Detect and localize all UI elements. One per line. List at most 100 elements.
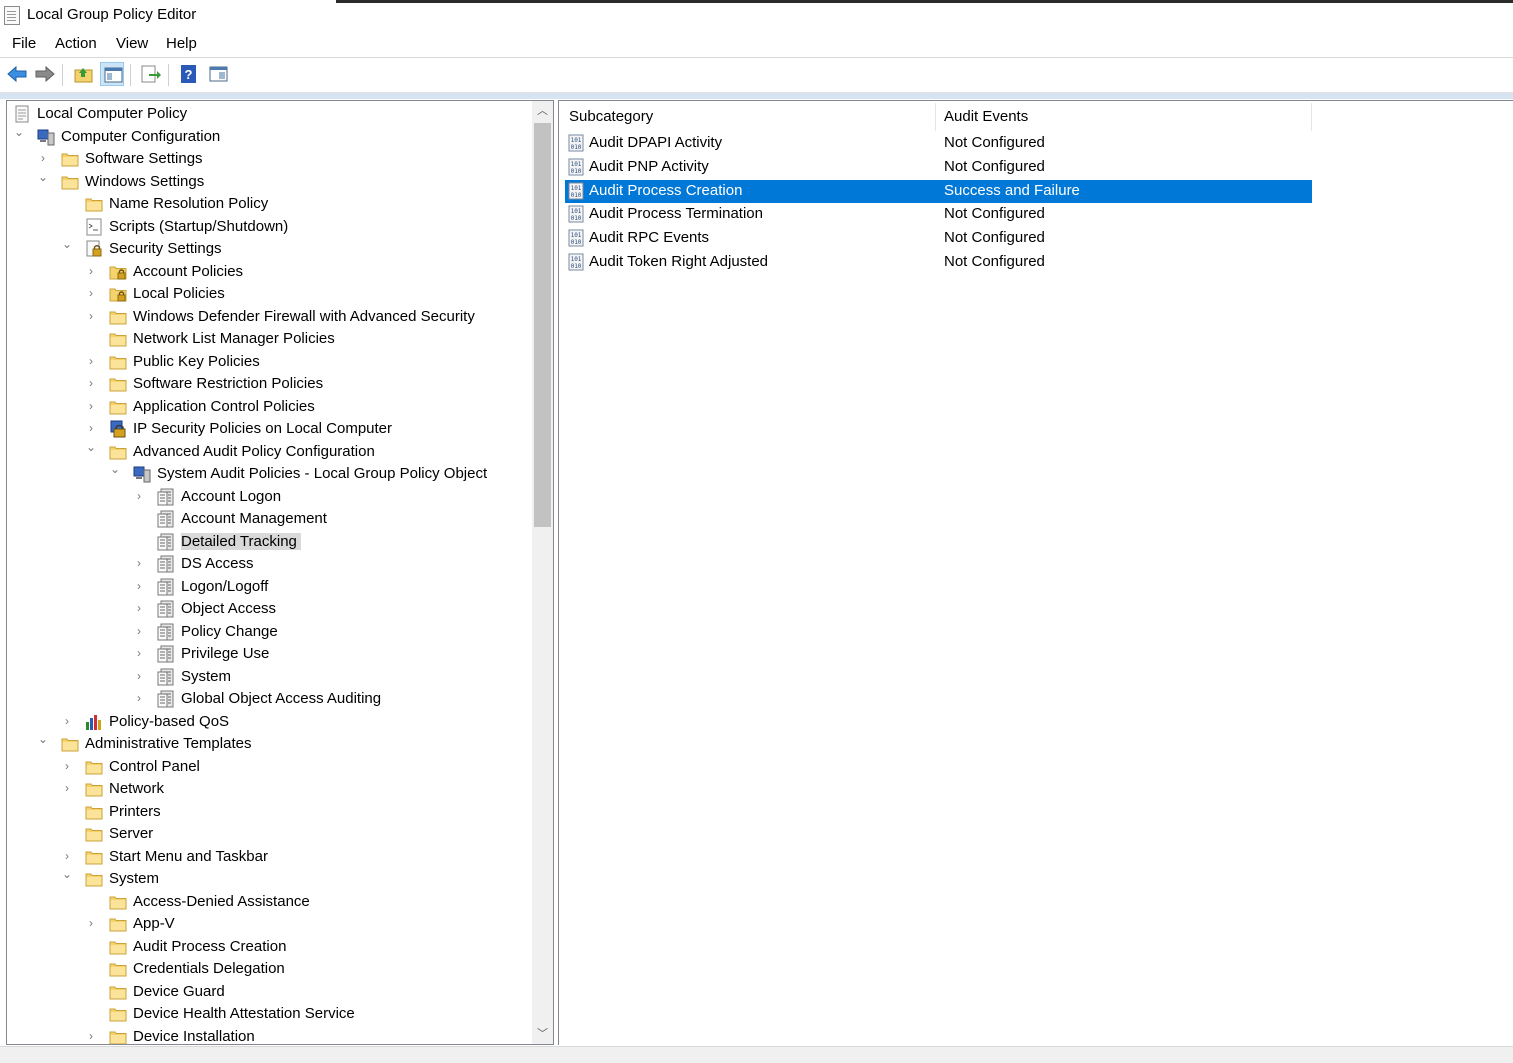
- tree-node-label: Device Health Attestation Service: [133, 1005, 355, 1022]
- tree-node-label: Access-Denied Assistance: [133, 892, 310, 910]
- properties-icon[interactable]: [206, 62, 230, 86]
- list-item[interactable]: 101 010 Audit Process Creation Success and …: [565, 179, 1312, 203]
- svg-text:101: 101: [571, 185, 582, 192]
- menu-view[interactable]: View: [116, 35, 148, 52]
- audit-events-value: Success and Failure: [944, 181, 1080, 199]
- list-item[interactable]: 101 010 Audit PNP Activity Not Configured: [565, 156, 1312, 179]
- folder-icon: [109, 983, 127, 1001]
- tree-node-label: Account Policies: [133, 262, 244, 280]
- tree-node-label: Administrative Templates: [85, 735, 252, 752]
- chevron-right-icon[interactable]: ›: [133, 646, 145, 660]
- folder-icon: [85, 803, 103, 821]
- svg-text:101: 101: [571, 208, 582, 215]
- folder-icon: [109, 893, 127, 911]
- export-list-icon[interactable]: [138, 62, 162, 86]
- folder-icon: [85, 780, 103, 798]
- chevron-right-icon[interactable]: ›: [61, 714, 73, 728]
- chevron-right-icon[interactable]: ›: [85, 309, 97, 323]
- show-hide-tree-icon[interactable]: [100, 62, 124, 86]
- menu-file[interactable]: File: [12, 35, 36, 52]
- column-header-subcategory[interactable]: Subcategory: [569, 108, 653, 125]
- scroll-thumb[interactable]: [534, 123, 551, 527]
- audit-icon: [157, 623, 175, 641]
- chevron-right-icon[interactable]: ›: [85, 1029, 97, 1043]
- title-bar: Local Group Policy Editor: [0, 0, 1513, 30]
- svg-text:010: 010: [571, 263, 582, 270]
- list-item[interactable]: 101 010 Audit Process Termination Not Confi…: [565, 203, 1312, 226]
- chevron-right-icon[interactable]: ›: [85, 376, 97, 390]
- chevron-down-icon[interactable]: ⌄: [61, 237, 73, 251]
- computer-icon: [37, 128, 55, 146]
- chevron-right-icon[interactable]: ›: [85, 286, 97, 300]
- up-folder-icon[interactable]: [71, 62, 95, 86]
- chevron-right-icon[interactable]: ›: [37, 151, 49, 165]
- chevron-right-icon[interactable]: ›: [133, 556, 145, 570]
- svg-text:010: 010: [571, 192, 582, 199]
- tree-node-label: Policy-based QoS: [109, 712, 230, 730]
- scroll-down-arrow-icon[interactable]: ﹀: [532, 1024, 553, 1044]
- list-item[interactable]: 101 010 Audit Token Right Adjusted Not Conf…: [565, 251, 1312, 274]
- binary-icon: 101 010: [568, 229, 584, 247]
- tree-node-label: Policy Change: [181, 622, 278, 640]
- audit-events-value: Not Configured: [944, 157, 1045, 175]
- tree-node-label: Device Installation: [133, 1027, 255, 1045]
- chevron-right-icon[interactable]: ›: [133, 489, 145, 503]
- chevron-down-icon[interactable]: ⌄: [37, 170, 49, 184]
- chevron-right-icon[interactable]: ›: [61, 781, 73, 795]
- svg-text:101: 101: [571, 137, 582, 144]
- chevron-right-icon[interactable]: ›: [133, 691, 145, 705]
- list-item[interactable]: 101 010 Audit DPAPI Activity Not Configured: [565, 132, 1312, 155]
- help-icon[interactable]: ?: [176, 62, 200, 86]
- list-item[interactable]: 101 010 Audit RPC Events Not Configured: [565, 227, 1312, 250]
- chevron-right-icon[interactable]: ›: [85, 264, 97, 278]
- tree-node-label: Local Computer Policy: [37, 105, 188, 122]
- chevron-right-icon[interactable]: ›: [85, 916, 97, 930]
- chevron-right-icon[interactable]: ›: [85, 399, 97, 413]
- chevron-down-icon[interactable]: ⌄: [37, 732, 49, 746]
- binary-icon: 101 010: [568, 182, 584, 200]
- chevron-down-icon[interactable]: ⌄: [13, 125, 25, 139]
- chevron-right-icon[interactable]: ›: [133, 624, 145, 638]
- column-divider[interactable]: [1311, 103, 1312, 131]
- column-divider[interactable]: [935, 103, 936, 131]
- tree-scrollbar[interactable]: ︿ ﹀: [532, 101, 553, 1044]
- chevron-down-icon[interactable]: ⌄: [61, 867, 73, 881]
- chevron-down-icon[interactable]: ⌄: [109, 462, 121, 476]
- tree-node-label: Server: [109, 825, 154, 842]
- chevron-right-icon[interactable]: ›: [133, 601, 145, 615]
- subcategory-name: Audit PNP Activity: [589, 157, 709, 175]
- folder-icon: [109, 443, 127, 461]
- chevron-right-icon[interactable]: ›: [85, 354, 97, 368]
- svg-text:010: 010: [571, 239, 582, 246]
- column-header-audit-events[interactable]: Audit Events: [944, 108, 1028, 125]
- chevron-right-icon[interactable]: ›: [61, 849, 73, 863]
- scroll-up-arrow-icon[interactable]: ︿: [532, 101, 553, 121]
- chevron-down-icon[interactable]: ⌄: [85, 440, 97, 454]
- tree-node-label: Local Policies: [133, 285, 225, 302]
- chevron-right-icon[interactable]: ›: [85, 421, 97, 435]
- folder-icon: [109, 915, 127, 933]
- forward-icon[interactable]: [32, 62, 56, 86]
- tree-node-label: Printers: [109, 802, 161, 820]
- app-icon: [4, 6, 20, 25]
- chevron-right-icon[interactable]: ›: [133, 579, 145, 593]
- chevron-right-icon[interactable]: ›: [133, 669, 145, 683]
- svg-text:101: 101: [571, 232, 582, 239]
- audit-icon: [157, 510, 175, 528]
- tree-node-label: Computer Configuration: [61, 127, 221, 145]
- tree-node-label: Logon/Logoff: [181, 577, 269, 595]
- back-icon[interactable]: [4, 62, 28, 86]
- tree-node-label: Software Restriction Policies: [133, 375, 324, 392]
- folder-icon: [109, 1005, 127, 1023]
- menu-help[interactable]: Help: [166, 35, 197, 52]
- audit-icon: [157, 690, 175, 708]
- menu-action[interactable]: Action: [55, 35, 97, 52]
- folder-icon: [85, 825, 103, 843]
- binary-icon: 101 010: [568, 253, 584, 271]
- tree-node-label: Global Object Access Auditing: [181, 690, 382, 707]
- tree-node-label: Public Key Policies: [133, 352, 260, 370]
- subcategory-name: Audit Token Right Adjusted: [589, 253, 769, 270]
- folder-icon: [85, 195, 103, 213]
- chevron-right-icon[interactable]: ›: [61, 759, 73, 773]
- console-tree[interactable]: Local Computer Policy ⌄ Computer Configura…: [6, 100, 554, 1045]
